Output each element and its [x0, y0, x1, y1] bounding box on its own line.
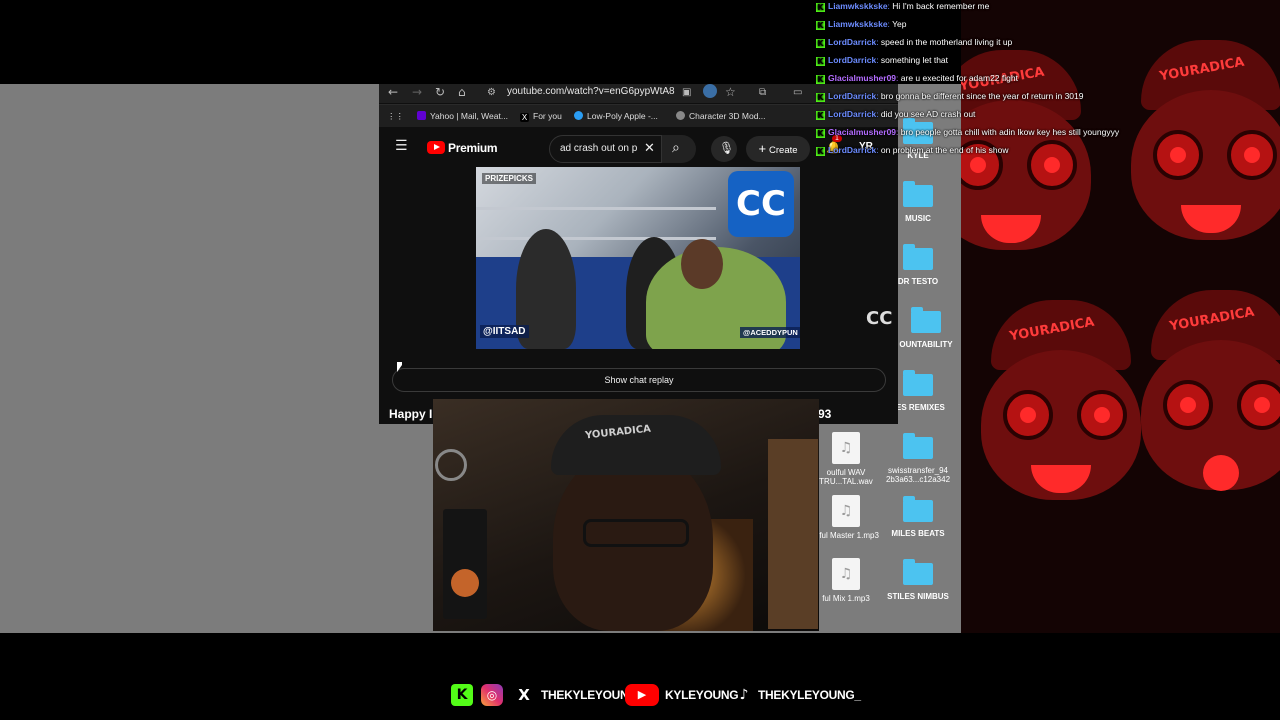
youtube-icon: ▶: [625, 684, 659, 706]
url-text[interactable]: youtube.com/watch?v=enG6pypWtA8: [507, 86, 675, 97]
tiktok-handle: THEKYLEYOUNG_: [758, 688, 861, 702]
chat-message: K Glacialmusher09: are u execited for ada…: [816, 73, 1018, 84]
search-input[interactable]: ad crash out on p ✕: [549, 135, 662, 163]
bookmark-star-icon[interactable]: ☆: [725, 85, 736, 99]
show-chat-replay-button[interactable]: Show chat replay: [392, 368, 886, 392]
globe-icon: [676, 111, 685, 120]
sidebar-icon[interactable]: ▭: [793, 87, 802, 98]
desktop-folder[interactable]: swisstransfer_94 2b3a63...c12a342: [882, 433, 954, 484]
site-icon: [574, 111, 583, 120]
chat-message: K Liamwkskkske: Hi I'm back remember me: [816, 1, 990, 12]
search-icon: ⌕: [672, 140, 680, 156]
youtube-logo-icon[interactable]: [427, 141, 445, 154]
desktop-audio-file[interactable]: ♫ ful Mix 1.mp3: [810, 558, 882, 603]
site-settings-icon[interactable]: ⚙: [487, 87, 496, 98]
desktop-audio-file[interactable]: ♫ ulful Master 1.mp3: [810, 495, 882, 540]
music-note-icon: ♫: [832, 495, 860, 527]
chat-message: K LordDarrick: something let that: [816, 55, 949, 66]
kick-badge-icon: K: [816, 57, 825, 66]
instagram-icon: ◎: [481, 684, 503, 706]
menu-icon[interactable]: ☰: [395, 138, 408, 154]
reload-icon[interactable]: ↻: [435, 85, 445, 99]
home-icon[interactable]: ⌂: [458, 85, 466, 99]
watermark: PRIZEPICKS: [482, 173, 537, 184]
kick-badge-icon: K: [816, 129, 825, 138]
video-title-end: 93: [818, 407, 832, 421]
chat-message: K LordDarrick: on problem at the end of h…: [816, 145, 1009, 156]
folder-icon: [903, 433, 933, 459]
forward-icon[interactable]: →: [412, 85, 422, 99]
folder-icon: [903, 559, 933, 585]
folder-icon: [903, 496, 933, 522]
extension-icon[interactable]: [703, 84, 717, 98]
music-note-icon: ♫: [832, 432, 860, 464]
x-icon: X: [518, 686, 530, 704]
desktop-folder[interactable]: MILES BEATS: [882, 496, 954, 538]
apps-grid-icon[interactable]: ⋮⋮: [387, 111, 404, 122]
youtube-handle: KYLEYOUNG: [665, 688, 739, 702]
folder-icon: [903, 181, 933, 207]
cc-desktop-icon: CC: [866, 308, 893, 329]
kick-badge-icon: K: [816, 147, 825, 156]
chat-message: K LordDarrick: bro gonna be different sin…: [816, 91, 1084, 102]
search-button[interactable]: ⌕: [662, 135, 696, 163]
bookmark-yahoo[interactable]: Yahoo | Mail, Weat...: [417, 111, 508, 121]
chat-overlay: K Liamwkskkske: Hi I'm back remember me K…: [816, 0, 1280, 160]
microphone-icon: 🎙: [719, 141, 735, 155]
yahoo-icon: [417, 111, 426, 120]
kick-badge-icon: K: [816, 111, 825, 120]
folder-icon: [903, 244, 933, 270]
watermark: @ACEDDYPUN: [740, 327, 800, 338]
desktop-folder[interactable]: OUNTABILITY: [890, 307, 962, 349]
chat-message: K LordDarrick: speed in the motherland li…: [816, 37, 1013, 48]
voice-search-button[interactable]: 🎙: [711, 136, 737, 162]
folder-icon: [903, 370, 933, 396]
mouse-cursor-icon: [397, 362, 402, 372]
ring-light: [435, 449, 467, 481]
bookmark-for-you[interactable]: X For you: [520, 111, 562, 122]
video-player[interactable]: CC PRIZEPICKS @IITSAD @ACEDDYPUN: [476, 167, 800, 349]
chat-message: K Glacialmusher09: bro people gotta chill…: [816, 127, 1120, 138]
glasses: [583, 519, 689, 547]
x-handle: THEKYLEYOUNG: [541, 688, 638, 702]
folder-icon: [911, 307, 941, 333]
kick-badge-icon: K: [816, 21, 825, 30]
video-title: Happy I: [389, 407, 433, 421]
back-icon[interactable]: ←: [388, 85, 398, 99]
cc-logo-icon: CC: [728, 171, 794, 237]
kick-badge-icon: K: [816, 93, 825, 102]
kick-icon: K: [451, 684, 473, 706]
x-icon: X: [520, 113, 529, 122]
tiktok-icon: ♪: [739, 687, 749, 703]
desktop-folder[interactable]: STILES NIMBUS: [882, 559, 954, 601]
extensions-icon[interactable]: ⧉: [759, 87, 766, 98]
chat-message: K LordDarrick: did you see AD crash out: [816, 109, 976, 120]
kick-badge-icon: K: [816, 3, 825, 12]
create-button[interactable]: + Create: [746, 136, 810, 162]
music-note-icon: ♫: [832, 558, 860, 590]
plus-icon: +: [758, 141, 767, 156]
watermark: @IITSAD: [480, 325, 529, 338]
bookmark-low-poly[interactable]: Low-Poly Apple -...: [574, 111, 658, 121]
bookmark-character-3d[interactable]: Character 3D Mod...: [676, 111, 766, 121]
chat-message: K Liamwkskkske: Yep: [816, 19, 907, 30]
install-app-icon[interactable]: ▣: [682, 87, 691, 98]
desktop-audio-file[interactable]: ♫ oulful WAV TRU...TAL.wav: [810, 432, 882, 486]
studio-speaker: [443, 509, 487, 619]
clear-search-icon[interactable]: ✕: [644, 141, 655, 156]
kick-badge-icon: K: [816, 75, 825, 84]
webcam-overlay: YOURADICA: [433, 399, 819, 631]
kick-badge-icon: K: [816, 39, 825, 48]
youtube-brand[interactable]: Premium: [448, 141, 498, 155]
cartoon-face: YOURADICA: [981, 300, 1141, 500]
cartoon-face: YOURADICA: [1141, 290, 1280, 491]
